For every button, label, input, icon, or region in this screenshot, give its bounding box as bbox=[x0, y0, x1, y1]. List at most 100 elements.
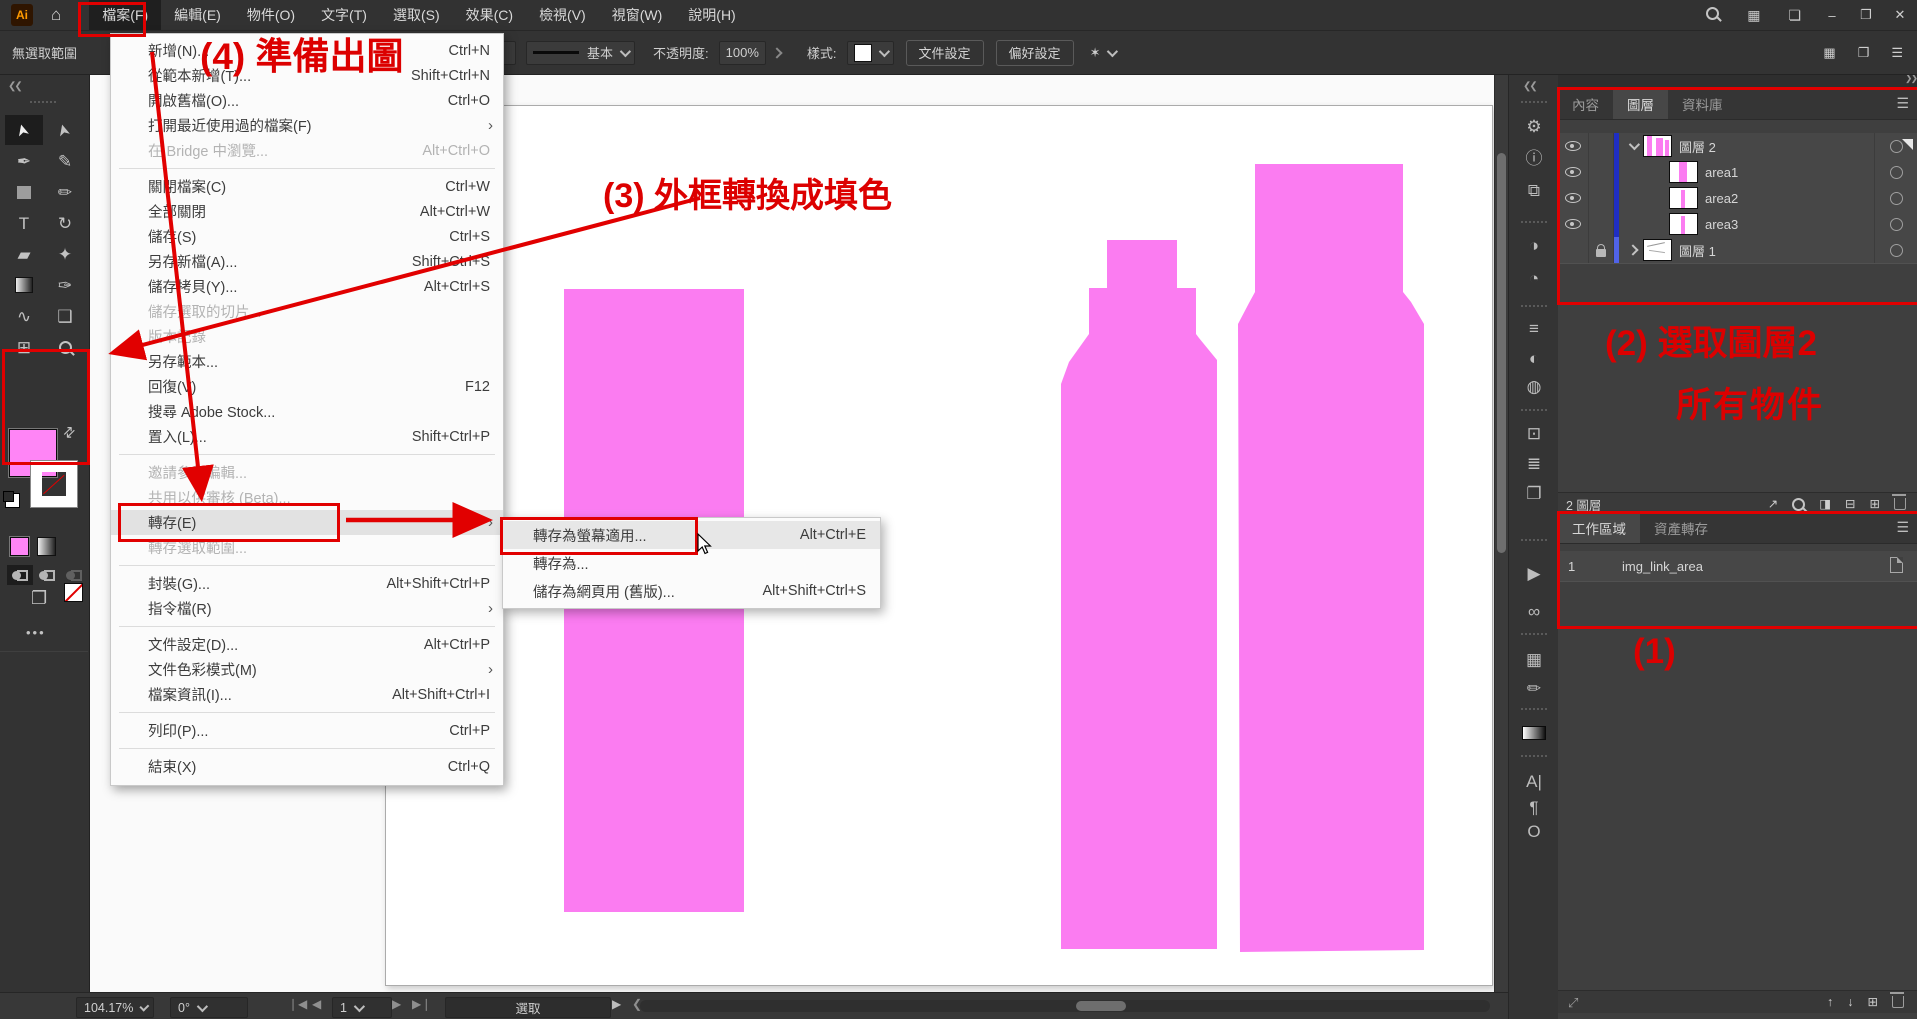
expand-icon[interactable]: ⤢ bbox=[1568, 996, 1578, 1009]
file-menu-item[interactable]: 文件設定(D)...Alt+Ctrl+P bbox=[111, 632, 503, 657]
new-sublayer-icon[interactable]: ⊟ bbox=[1845, 498, 1855, 511]
shape-builder-tool[interactable]: ❑ bbox=[46, 301, 84, 331]
draw-behind-mode[interactable] bbox=[34, 565, 60, 585]
lock-icon[interactable] bbox=[1596, 249, 1606, 257]
file-menu-item[interactable]: 全部關閉Alt+Ctrl+W bbox=[111, 199, 503, 224]
layer-thumbnail[interactable] bbox=[1669, 187, 1698, 209]
opentype-icon[interactable]: O bbox=[1527, 822, 1540, 841]
layer-thumbnail[interactable] bbox=[1669, 161, 1698, 183]
pattern-options-icon[interactable]: ⧉ bbox=[1509, 181, 1559, 201]
tab-libraries[interactable]: 資料庫 bbox=[1668, 88, 1737, 119]
character-icon[interactable]: A| bbox=[1509, 772, 1559, 792]
target-column[interactable] bbox=[1874, 211, 1917, 237]
eraser-tool[interactable]: ▰ bbox=[5, 239, 43, 269]
more-tools-icon[interactable]: ••• bbox=[26, 625, 46, 640]
direct-selection-tool[interactable]: ➤ bbox=[46, 115, 84, 145]
panel-menu-icon[interactable]: ☰ bbox=[1896, 519, 1909, 536]
zoom-level-dropdown[interactable]: 104.17% bbox=[76, 997, 154, 1018]
links-icon[interactable]: ∞ bbox=[1509, 602, 1559, 622]
file-menu-item[interactable]: 關閉檔案(C)Ctrl+W bbox=[111, 174, 503, 199]
drag-handle[interactable] bbox=[1521, 539, 1547, 541]
layer-name[interactable]: 圖層 1 bbox=[1679, 241, 1716, 260]
preferences-button[interactable]: 偏好設定 bbox=[996, 40, 1074, 66]
visibility-column[interactable] bbox=[1558, 159, 1589, 185]
panel-menu-icon[interactable]: ☰ bbox=[1896, 95, 1909, 112]
swap-fill-stroke-icon[interactable]: ⇄ bbox=[60, 423, 78, 441]
layer-name[interactable]: area3 bbox=[1705, 217, 1738, 232]
file-menu-item[interactable]: 儲存(S)Ctrl+S bbox=[111, 224, 503, 249]
brushes-icon[interactable]: ✏ bbox=[1509, 679, 1559, 699]
tab-properties[interactable]: 內容 bbox=[1558, 88, 1613, 119]
draw-inside-mode[interactable] bbox=[61, 565, 87, 585]
width-tool[interactable]: ∿ bbox=[5, 301, 43, 331]
info-icon[interactable]: ⓘ bbox=[1526, 149, 1543, 168]
file-menu-item[interactable]: 列印(P)...Ctrl+P bbox=[111, 718, 503, 743]
stroke-icon[interactable]: ≡ bbox=[1529, 319, 1539, 338]
tab-asset-export[interactable]: 資產轉存 bbox=[1640, 512, 1722, 543]
file-menu-item[interactable]: 邀請參與編輯... bbox=[111, 460, 503, 485]
lock-column[interactable] bbox=[1589, 159, 1614, 185]
visibility-column[interactable] bbox=[1558, 237, 1589, 263]
target-circle-icon[interactable] bbox=[1890, 218, 1903, 231]
default-swatches-icon[interactable] bbox=[5, 493, 20, 508]
visibility-column[interactable] bbox=[1558, 211, 1589, 237]
width-tool-icon[interactable]: ∿ bbox=[17, 308, 31, 325]
layer-row[interactable]: area3 bbox=[1558, 211, 1917, 238]
file-menu-item[interactable]: 開啟舊檔(O)...Ctrl+O bbox=[111, 88, 503, 113]
eyedropper-tool-icon[interactable]: ✑ bbox=[58, 277, 72, 294]
type-tool-icon[interactable]: T bbox=[19, 215, 29, 232]
file-menu-item[interactable]: 轉存(E)› bbox=[111, 510, 503, 535]
paintbrush-tool[interactable]: ✏ bbox=[46, 177, 84, 207]
color-icon[interactable]: ◑ bbox=[1529, 236, 1539, 255]
align-icon[interactable]: ≣ bbox=[1509, 454, 1559, 474]
color-guide-icon[interactable]: ◔ bbox=[1509, 269, 1559, 289]
drag-handle[interactable] bbox=[1521, 755, 1547, 757]
layer-thumbnail[interactable] bbox=[1669, 213, 1698, 235]
curvature-tool-icon[interactable]: ✎ bbox=[58, 153, 72, 170]
file-menu-item[interactable]: 指令檔(R)› bbox=[111, 596, 503, 621]
view-options-icon[interactable]: ▦ bbox=[1823, 46, 1835, 59]
layer-name[interactable]: area1 bbox=[1705, 165, 1738, 180]
file-menu-item[interactable]: 封裝(G)...Alt+Shift+Ctrl+P bbox=[111, 571, 503, 596]
zoom-tool[interactable] bbox=[46, 332, 84, 362]
opacity-value[interactable]: 100% bbox=[719, 41, 766, 65]
pathfinder-icon[interactable]: ❐ bbox=[1526, 484, 1541, 503]
search-icon[interactable] bbox=[1706, 7, 1719, 23]
new-artboard-icon[interactable]: ⊞ bbox=[1868, 996, 1878, 1009]
new-layer-icon[interactable]: ⊞ bbox=[1870, 498, 1880, 511]
home-icon[interactable]: ⌂ bbox=[51, 5, 61, 25]
artboard-page-icon[interactable] bbox=[1890, 557, 1903, 573]
paintbrush-tool-icon[interactable]: ✏ bbox=[58, 184, 72, 201]
shaper-tool[interactable]: ✦ bbox=[46, 239, 84, 269]
shape-builder-tool-icon[interactable]: ❑ bbox=[57, 308, 72, 325]
collapse-panel-icon[interactable]: ❮❮ bbox=[8, 81, 21, 92]
select-all-indicator[interactable] bbox=[1902, 139, 1913, 150]
next-artboard-icon[interactable]: ▶ bbox=[392, 998, 401, 1010]
lock-column[interactable] bbox=[1589, 185, 1614, 211]
artboard-number-dropdown[interactable]: 1 bbox=[332, 997, 392, 1018]
drag-handle[interactable] bbox=[1521, 101, 1547, 103]
file-menu-item[interactable]: 轉存選取範圍... bbox=[111, 535, 503, 560]
file-menu-item[interactable]: 回復(V)F12 bbox=[111, 374, 503, 399]
tab-layers[interactable]: 圖層 bbox=[1613, 88, 1668, 119]
rotate-tool[interactable]: ↻ bbox=[46, 208, 84, 238]
file-menu-item[interactable]: 儲存選取的切片... bbox=[111, 299, 503, 324]
menubar-item-1[interactable]: 檔案(F) bbox=[89, 0, 161, 30]
artboard-row[interactable]: 1 img_link_area bbox=[1558, 551, 1917, 582]
artboard-name[interactable]: img_link_area bbox=[1622, 559, 1703, 574]
character-icon[interactable]: A| bbox=[1526, 772, 1542, 791]
restore-button[interactable]: ❐ bbox=[1849, 0, 1883, 30]
target-circle-icon[interactable] bbox=[1890, 244, 1903, 257]
selection-tool-icon[interactable]: ➤ bbox=[15, 121, 34, 138]
tab-artboards[interactable]: 工作區域 bbox=[1558, 512, 1640, 543]
arrange-icon[interactable]: ❐ bbox=[1858, 46, 1870, 59]
lock-column[interactable] bbox=[1589, 237, 1614, 263]
shaper-tool-icon[interactable]: ✦ bbox=[58, 246, 72, 263]
locate-object-icon[interactable] bbox=[1792, 498, 1805, 511]
disclosure-chevron-icon[interactable] bbox=[1619, 246, 1639, 254]
menubar-item-9[interactable]: 說明(H) bbox=[675, 0, 748, 30]
drag-handle[interactable] bbox=[1521, 708, 1547, 710]
file-menu-item[interactable]: 另存新檔(A)...Shift+Ctrl+S bbox=[111, 249, 503, 274]
gradient-ramp-icon[interactable] bbox=[1522, 726, 1546, 740]
actions-icon[interactable]: ▶ bbox=[1527, 564, 1540, 583]
